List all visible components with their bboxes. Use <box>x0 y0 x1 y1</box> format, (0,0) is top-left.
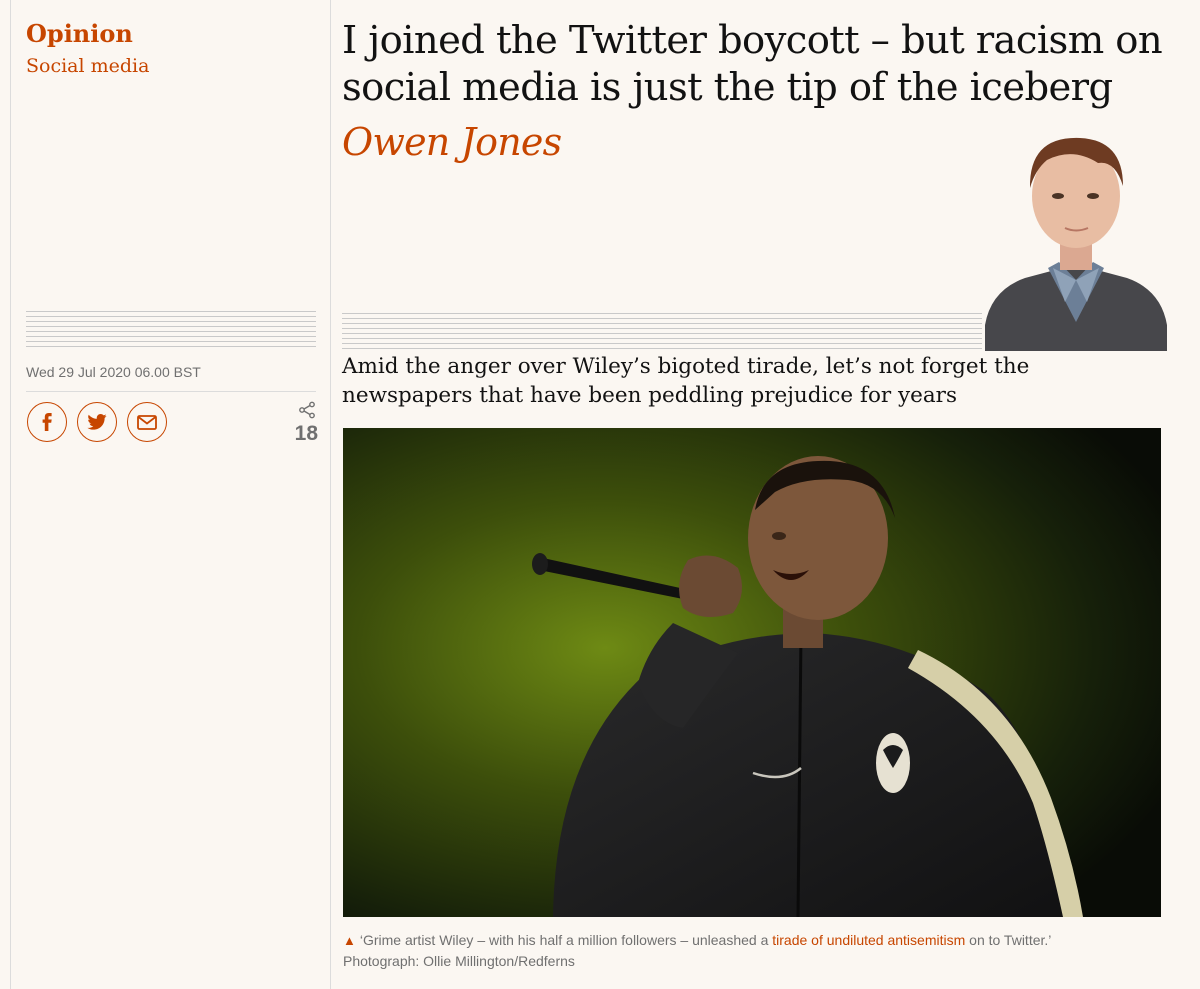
photo-credit: Photograph: Ollie Millington/Redferns <box>343 953 575 969</box>
email-share-button[interactable] <box>127 402 167 442</box>
series-label[interactable]: Social media <box>26 54 149 78</box>
meta-separator <box>26 391 316 392</box>
photo-caption: ▲ ‘Grime artist Wiley – with his half a m… <box>343 930 1173 971</box>
facebook-share-button[interactable] <box>27 402 67 442</box>
article-photo <box>343 428 1161 917</box>
left-rules <box>26 311 316 347</box>
column-divider-left <box>10 0 11 989</box>
byline[interactable]: Owen Jones <box>342 118 562 166</box>
share-icon <box>299 401 315 419</box>
dateline: Wed 29 Jul 2020 06.00 BST <box>26 364 201 380</box>
caption-link[interactable]: tirade of undiluted antisemitism <box>772 932 965 948</box>
main-rules <box>342 313 982 349</box>
author-portrait <box>985 137 1167 351</box>
email-icon <box>137 414 157 430</box>
facebook-icon <box>42 413 52 431</box>
headline: I joined the Twitter boycott – but racis… <box>342 18 1163 110</box>
twitter-share-button[interactable] <box>77 402 117 442</box>
caption-text: ‘Grime artist Wiley – with his half a mi… <box>359 932 773 948</box>
triangle-up-icon: ▲ <box>343 933 356 948</box>
share-count: 18 <box>294 422 318 445</box>
caption-text-end: on to Twitter.’ <box>965 932 1052 948</box>
section-label[interactable]: Opinion <box>26 20 133 48</box>
twitter-icon <box>87 414 107 430</box>
column-divider-center <box>330 0 331 989</box>
standfirst: Amid the anger over Wiley’s bigoted tira… <box>342 354 1030 408</box>
